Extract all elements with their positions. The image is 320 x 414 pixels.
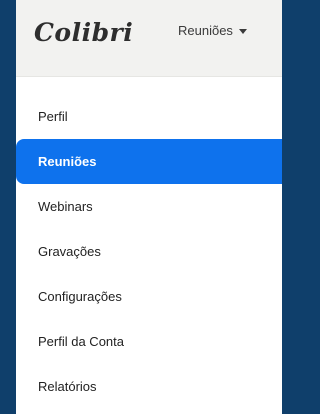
sidebar-item-label: Configurações: [38, 289, 122, 304]
sidebar-nav: Perfil Reuniões Webinars Gravações Confi…: [16, 94, 282, 409]
app-window: Colibri Reuniões Perfil Reuniões Webinar…: [16, 0, 282, 414]
sidebar-item-gravacoes[interactable]: Gravações: [16, 229, 282, 274]
sidebar-item-reunioes[interactable]: Reuniões: [16, 139, 282, 184]
sidebar-item-label: Perfil da Conta: [38, 334, 124, 349]
sidebar-item-label: Relatórios: [38, 379, 97, 394]
sidebar-item-webinars[interactable]: Webinars: [16, 184, 282, 229]
brand-logo[interactable]: Colibri: [34, 20, 133, 45]
reunioes-menu-dropdown[interactable]: Reuniões: [178, 24, 247, 37]
sidebar-item-perfil[interactable]: Perfil: [16, 94, 282, 139]
sidebar-item-label: Gravações: [38, 244, 101, 259]
reunioes-menu-label: Reuniões: [178, 23, 233, 38]
sidebar-item-perfil-da-conta[interactable]: Perfil da Conta: [16, 319, 282, 364]
top-navigation-bar: Colibri Reuniões: [16, 0, 282, 77]
chevron-down-icon: [238, 28, 247, 34]
sidebar-item-label: Webinars: [38, 199, 93, 214]
sidebar-item-label: Reuniões: [38, 154, 97, 169]
sidebar-item-configuracoes[interactable]: Configurações: [16, 274, 282, 319]
sidebar-item-relatorios[interactable]: Relatórios: [16, 364, 282, 409]
sidebar-item-label: Perfil: [38, 109, 68, 124]
